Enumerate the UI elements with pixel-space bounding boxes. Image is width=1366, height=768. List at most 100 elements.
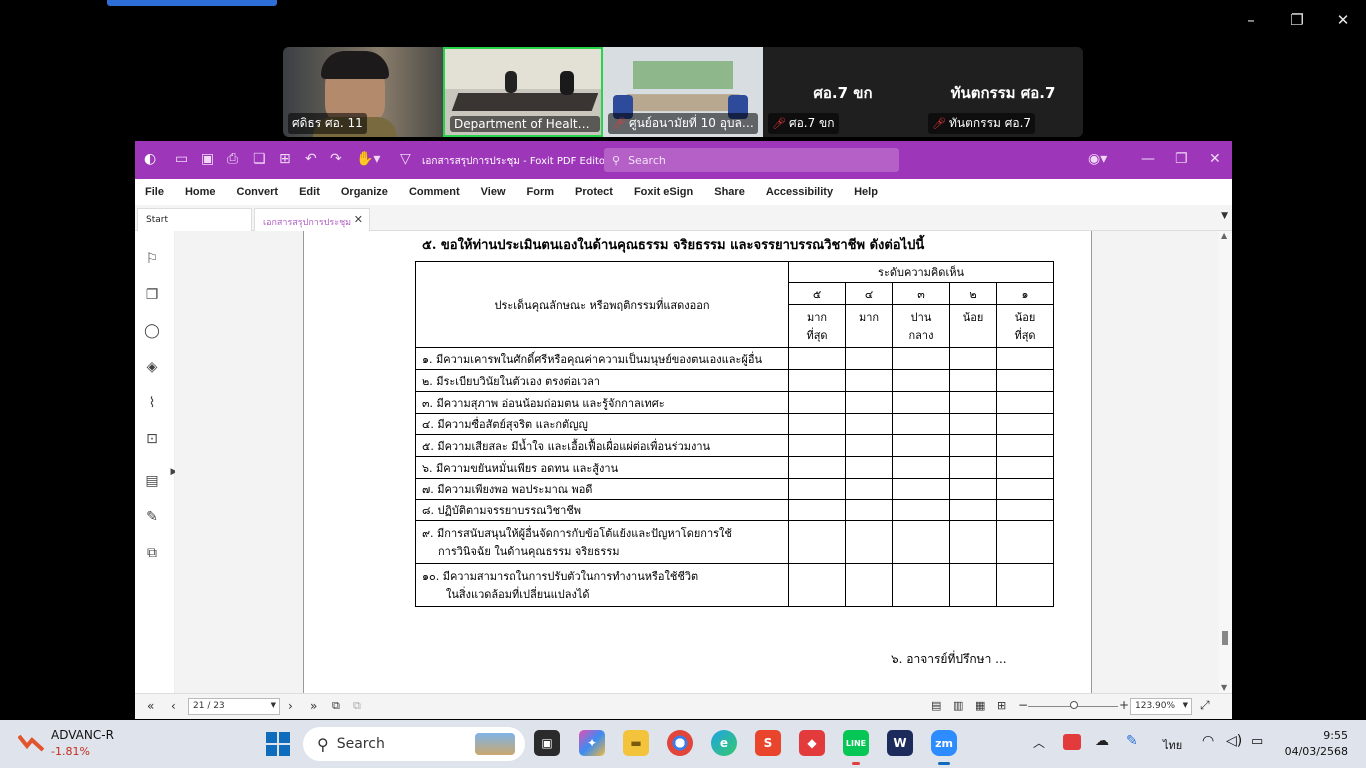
scroll-up-icon[interactable]: ▲ bbox=[1221, 231, 1227, 240]
chevron-down-icon[interactable]: ▼ bbox=[1183, 701, 1188, 709]
page-number-input[interactable]: 21 / 23 ▼ bbox=[188, 698, 280, 715]
participant-tile[interactable]: ทันตกรรม ศอ.7 🎤︎ ทันตกรรม ศอ.7 bbox=[923, 47, 1083, 137]
menu-foxit-esign[interactable]: Foxit eSign bbox=[634, 186, 693, 198]
rating-cell[interactable] bbox=[996, 369, 1054, 392]
print-icon[interactable]: ⎙ bbox=[227, 151, 238, 167]
copy-icon[interactable]: ❏ bbox=[253, 151, 266, 167]
last-page-icon[interactable]: » bbox=[310, 699, 317, 713]
rating-cell[interactable] bbox=[949, 434, 997, 457]
rating-cell[interactable] bbox=[845, 369, 893, 392]
first-page-icon[interactable]: « bbox=[147, 699, 154, 713]
rating-cell[interactable] bbox=[949, 347, 997, 370]
battery-icon[interactable]: ▭ bbox=[1251, 734, 1263, 749]
scroll-thumb[interactable] bbox=[1222, 631, 1228, 645]
rating-cell[interactable] bbox=[845, 434, 893, 457]
participant-tile[interactable]: ศอ.7 ขก 🎤︎ ศอ.7 ขก bbox=[763, 47, 923, 137]
rating-cell[interactable] bbox=[788, 347, 846, 370]
tab-start[interactable]: Start bbox=[137, 208, 252, 231]
continuous-page-icon[interactable]: ▥ bbox=[953, 699, 963, 712]
windows-start-icon[interactable] bbox=[266, 732, 290, 756]
rating-cell[interactable] bbox=[788, 391, 846, 414]
layers-icon[interactable]: ◈ bbox=[143, 359, 161, 377]
redo-icon[interactable]: ↷ bbox=[330, 151, 342, 167]
save-icon[interactable]: ▣ bbox=[201, 151, 214, 167]
rating-cell[interactable] bbox=[845, 478, 893, 500]
single-page-icon[interactable]: ▤ bbox=[931, 699, 941, 712]
menu-file[interactable]: File bbox=[145, 186, 164, 198]
zoom-out-icon[interactable]: − bbox=[1018, 698, 1028, 712]
participant-tile-active[interactable]: Department of Health (T... bbox=[443, 47, 603, 137]
undo-icon[interactable]: ↶ bbox=[305, 151, 317, 167]
rating-cell[interactable] bbox=[996, 478, 1054, 500]
rating-cell[interactable] bbox=[788, 563, 846, 607]
rating-cell[interactable] bbox=[949, 478, 997, 500]
file-explorer-icon[interactable]: ▬ bbox=[623, 730, 649, 756]
onedrive-off-icon[interactable]: ☁ bbox=[1095, 733, 1109, 749]
rating-cell[interactable] bbox=[996, 347, 1054, 370]
rating-cell[interactable] bbox=[892, 563, 950, 607]
prev-page-icon[interactable]: ‹ bbox=[171, 699, 176, 713]
dropdown-icon[interactable]: ▽ bbox=[400, 151, 411, 167]
attachment-icon[interactable]: ⌇ bbox=[143, 395, 161, 413]
menu-share[interactable]: Share bbox=[714, 186, 745, 198]
bookmark-icon[interactable]: ⚐ bbox=[143, 251, 161, 269]
rating-cell[interactable] bbox=[892, 369, 950, 392]
facing-page-icon[interactable]: ▦ bbox=[975, 699, 985, 712]
rating-cell[interactable] bbox=[892, 478, 950, 500]
tab-list-icon[interactable]: ▼ bbox=[1221, 211, 1228, 221]
menu-view[interactable]: View bbox=[481, 186, 506, 198]
rating-cell[interactable] bbox=[949, 499, 997, 521]
restore-button[interactable]: ❐ bbox=[1274, 6, 1320, 34]
minimize-button[interactable]: – bbox=[1228, 6, 1274, 34]
rating-cell[interactable] bbox=[996, 456, 1054, 479]
chevron-down-icon[interactable]: ▼ bbox=[271, 701, 276, 709]
copilot-icon[interactable]: ✦ bbox=[579, 730, 605, 756]
close-button[interactable]: ✕ bbox=[1320, 6, 1366, 34]
stock-name[interactable]: ADVANC-R bbox=[51, 728, 114, 742]
menu-protect[interactable]: Protect bbox=[575, 186, 613, 198]
language-indicator[interactable]: ไทย bbox=[1163, 736, 1182, 754]
rating-cell[interactable] bbox=[845, 520, 893, 564]
next-page-icon[interactable]: › bbox=[288, 699, 293, 713]
rating-cell[interactable] bbox=[845, 391, 893, 414]
restore-icon[interactable]: ❐ bbox=[1175, 151, 1188, 167]
pages-icon[interactable]: ❐ bbox=[143, 287, 161, 305]
rating-cell[interactable] bbox=[788, 456, 846, 479]
rating-cell[interactable] bbox=[788, 478, 846, 500]
open-folder-icon[interactable]: ▭ bbox=[175, 151, 188, 167]
rating-cell[interactable] bbox=[845, 563, 893, 607]
anydesk-tray-icon[interactable] bbox=[1063, 734, 1081, 750]
rating-cell[interactable] bbox=[949, 456, 997, 479]
chevron-up-icon[interactable]: ︿ bbox=[1033, 734, 1045, 751]
rating-cell[interactable] bbox=[996, 499, 1054, 521]
rating-cell[interactable] bbox=[949, 563, 997, 607]
fullscreen-icon[interactable]: ⤢ bbox=[1200, 698, 1210, 713]
tab-document[interactable]: เอกสารสรุปการประชุม ✕ bbox=[254, 208, 370, 231]
clock-time[interactable]: 9:55 bbox=[1300, 729, 1348, 742]
anydesk-icon[interactable]: ◆ bbox=[799, 730, 825, 756]
rating-cell[interactable] bbox=[845, 456, 893, 479]
zoom-share-bar[interactable] bbox=[107, 0, 277, 6]
menu-accessibility[interactable]: Accessibility bbox=[766, 186, 833, 198]
rating-cell[interactable] bbox=[845, 413, 893, 435]
zoom-app-icon[interactable]: zm bbox=[931, 730, 957, 756]
rating-cell[interactable] bbox=[892, 413, 950, 435]
rating-cell[interactable] bbox=[996, 413, 1054, 435]
comments-icon[interactable]: ◯ bbox=[143, 323, 161, 341]
account-icon[interactable]: ◉▾ bbox=[1088, 151, 1107, 167]
minimize-icon[interactable]: — bbox=[1141, 151, 1155, 167]
signature-icon[interactable]: ✎ bbox=[143, 509, 161, 527]
rating-cell[interactable] bbox=[892, 456, 950, 479]
rating-cell[interactable] bbox=[949, 413, 997, 435]
webex-icon[interactable]: W bbox=[887, 730, 913, 756]
document-page[interactable]: ๕. ขอให้ท่านประเมินตนเองในด้านคุณธรรม จร… bbox=[303, 231, 1092, 693]
line-icon[interactable]: LINE bbox=[843, 730, 869, 756]
rating-cell[interactable] bbox=[892, 434, 950, 457]
search-input[interactable]: ⚲ Search bbox=[604, 148, 899, 172]
taskbar-search-input[interactable]: ⚲ Search bbox=[303, 727, 525, 761]
menu-help[interactable]: Help bbox=[854, 186, 878, 198]
rating-cell[interactable] bbox=[949, 520, 997, 564]
zoom-slider-thumb[interactable] bbox=[1070, 701, 1078, 709]
rating-cell[interactable] bbox=[788, 413, 846, 435]
pen-tray-icon[interactable]: ✎ bbox=[1126, 733, 1138, 749]
